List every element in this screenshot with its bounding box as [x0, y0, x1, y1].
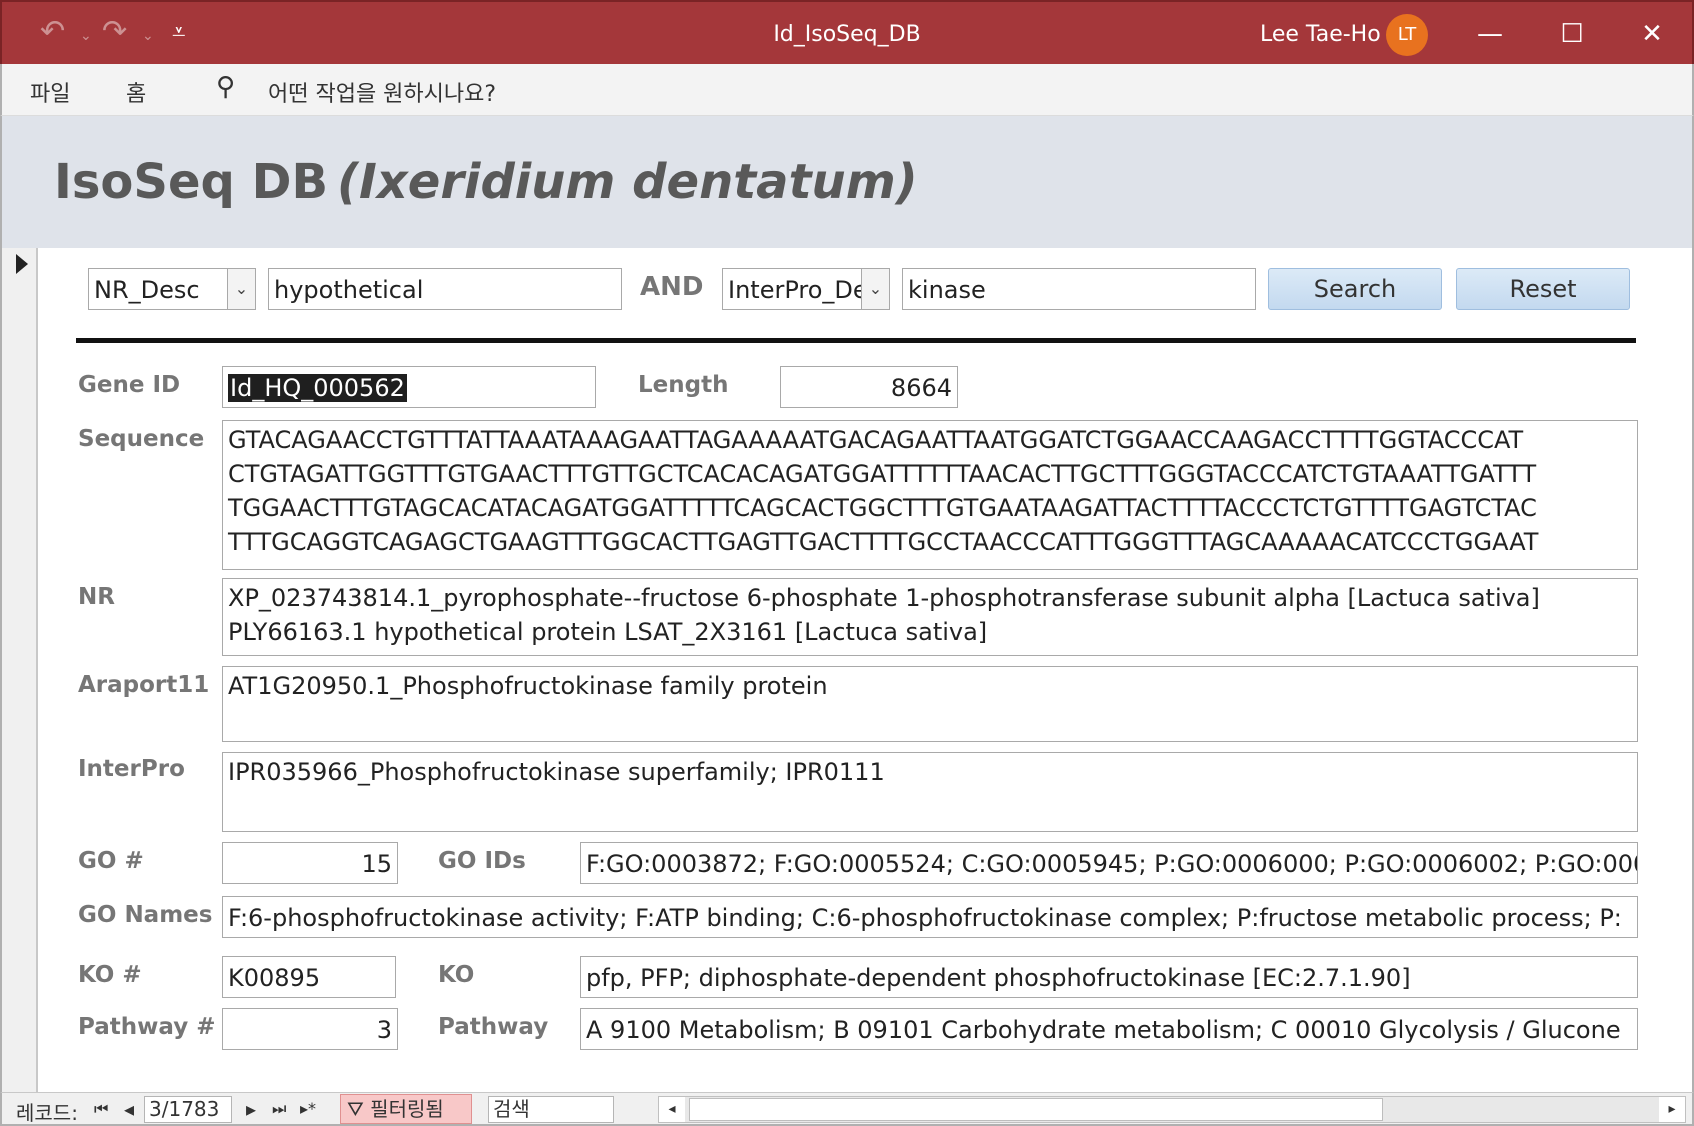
- title-bar: ↶ ⌄ ↷ ⌄ ⩡ Id_IsoSeq_DB Lee Tae-Ho LT — ☐…: [0, 0, 1694, 64]
- go-count-label: GO #: [78, 848, 144, 874]
- operator-label: AND: [640, 272, 704, 302]
- go-count-field[interactable]: 15: [222, 842, 398, 884]
- new-record-icon[interactable]: ▸*: [300, 1099, 316, 1118]
- gene-id-field[interactable]: Id_HQ_000562: [222, 366, 596, 408]
- go-names-label: GO Names: [78, 902, 213, 928]
- minimize-icon[interactable]: —: [1460, 12, 1520, 56]
- ko-count-field[interactable]: K00895: [222, 956, 396, 998]
- next-record-icon[interactable]: ▸: [246, 1097, 256, 1121]
- search-icon[interactable]: ⚲: [216, 72, 235, 102]
- ko-count-label: KO #: [78, 962, 142, 988]
- length-field[interactable]: 8664: [780, 366, 958, 408]
- scroll-right-icon[interactable]: ▸: [1659, 1097, 1685, 1122]
- scroll-left-icon[interactable]: ◂: [659, 1097, 685, 1122]
- maximize-icon[interactable]: ☐: [1542, 12, 1602, 56]
- tell-me-search[interactable]: 어떤 작업을 원하시나요?: [268, 76, 496, 108]
- pathway-count-label: Pathway #: [78, 1014, 216, 1040]
- species-name: (Ixeridium dentatum): [337, 154, 918, 210]
- current-record-icon: [16, 254, 28, 274]
- scroll-thumb[interactable]: [689, 1098, 1383, 1121]
- divider: [76, 338, 1636, 343]
- length-label: Length: [638, 372, 729, 398]
- tab-home[interactable]: 홈: [126, 76, 146, 108]
- value1-input[interactable]: hypothetical: [268, 268, 622, 310]
- interpro-label: InterPro: [78, 756, 185, 782]
- tab-file[interactable]: 파일: [30, 76, 70, 108]
- window-title: Id_IsoSeq_DB: [773, 22, 921, 47]
- ribbon: 파일 홈 ⚲ 어떤 작업을 원하시나요?: [0, 64, 1694, 116]
- form-header: IsoSeq DB (Ixeridium dentatum): [0, 116, 1694, 248]
- horizontal-scrollbar[interactable]: ◂ ▸: [658, 1096, 1686, 1123]
- chevron-down-icon[interactable]: ⌄: [227, 269, 255, 309]
- pathway-field[interactable]: A 9100 Metabolism; B 09101 Carbohydrate …: [580, 1008, 1638, 1050]
- chevron-down-icon[interactable]: ⌄: [861, 269, 889, 309]
- sequence-field[interactable]: GTACAGAACCTGTTTATTAAATAAAGAATTAGAAAAATGA…: [222, 420, 1638, 570]
- nr-field[interactable]: XP_023743814.1_pyrophosphate--fructose 6…: [222, 578, 1638, 656]
- sequence-label: Sequence: [78, 426, 205, 452]
- record-label: 레코드:: [16, 1101, 78, 1125]
- record-search-input[interactable]: 검색: [488, 1096, 614, 1123]
- current-record-input[interactable]: 3/1783: [144, 1096, 232, 1123]
- record-navigation-bar: 레코드: ⏮ ◂ 3/1783 ▸ ⏭ ▸* ⛛ 필터링됨 검색 ◂ ▸: [0, 1092, 1694, 1126]
- first-record-icon[interactable]: ⏮: [94, 1099, 108, 1119]
- record-selector[interactable]: [2, 248, 38, 1092]
- page-title: IsoSeq DB: [54, 154, 329, 210]
- ko-label: KO: [438, 962, 475, 988]
- close-icon[interactable]: ✕: [1622, 12, 1682, 56]
- filtered-label: 필터링됨: [370, 1097, 444, 1121]
- interpro-field[interactable]: IPR035966_Phosphofructokinase superfamil…: [222, 752, 1638, 832]
- ko-field[interactable]: pfp, PFP; diphosphate-dependent phosphof…: [580, 956, 1638, 998]
- pathway-label: Pathway: [438, 1014, 549, 1040]
- field1-value: NR_Desc: [94, 276, 200, 304]
- value2-input[interactable]: kinase: [902, 268, 1256, 310]
- previous-record-icon[interactable]: ◂: [124, 1097, 134, 1121]
- go-ids-label: GO IDs: [438, 848, 526, 874]
- field2-value: InterPro_De: [728, 276, 868, 304]
- go-ids-field[interactable]: F:GO:0003872; F:GO:0005524; C:GO:0005945…: [580, 842, 1638, 884]
- search-button[interactable]: Search: [1268, 268, 1442, 310]
- gene-id-value: Id_HQ_000562: [228, 374, 407, 402]
- field2-select[interactable]: InterPro_De ⌄: [722, 268, 890, 310]
- filter-toggle[interactable]: ⛛ 필터링됨: [340, 1094, 472, 1124]
- avatar[interactable]: LT: [1386, 14, 1428, 56]
- gene-id-label: Gene ID: [78, 372, 181, 398]
- nr-label: NR: [78, 584, 115, 610]
- araport-label: Araport11: [78, 672, 210, 698]
- user-name[interactable]: Lee Tae-Ho: [1260, 22, 1381, 47]
- pathway-count-field[interactable]: 3: [222, 1008, 398, 1050]
- last-record-icon[interactable]: ⏭: [272, 1099, 286, 1119]
- araport-field[interactable]: AT1G20950.1_Phosphofructokinase family p…: [222, 666, 1638, 742]
- go-names-field[interactable]: F:6-phosphofructokinase activity; F:ATP …: [222, 896, 1638, 938]
- filter-icon: ⛛: [347, 1097, 364, 1121]
- reset-button[interactable]: Reset: [1456, 268, 1630, 310]
- field1-select[interactable]: NR_Desc ⌄: [88, 268, 256, 310]
